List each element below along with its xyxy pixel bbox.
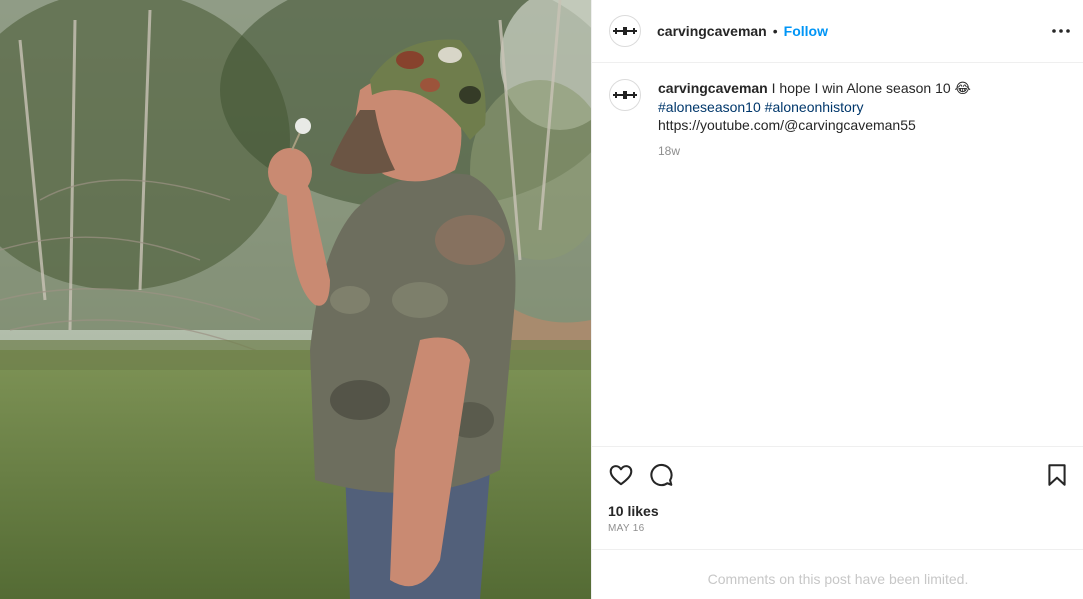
caption-body: carvingcaveman I hope I win Alone season… xyxy=(658,79,1058,160)
post-header: carvingcaveman • Follow xyxy=(592,0,1083,63)
hashtag-link[interactable]: #aloneonhistory xyxy=(765,99,864,115)
post-details-panel: carvingcaveman • Follow carvingcaveman I… xyxy=(591,0,1083,599)
comment-bubble-icon[interactable] xyxy=(648,462,674,488)
heart-icon[interactable] xyxy=(608,462,634,488)
post-date[interactable]: MAY 16 xyxy=(608,523,644,534)
logo-icon xyxy=(613,27,637,35)
caption-link: https://youtube.com/@carvingcaveman55 xyxy=(658,117,916,133)
post-actions: 10 likes MAY 16 xyxy=(592,446,1083,550)
post-caption: carvingcaveman I hope I win Alone season… xyxy=(609,79,1069,160)
author-username[interactable]: carvingcaveman xyxy=(657,23,767,39)
comments-limited-notice: Comments on this post have been limited. xyxy=(707,571,969,587)
photo-illustration xyxy=(0,0,591,599)
bookmark-icon[interactable] xyxy=(1044,462,1070,488)
caption-avatar[interactable] xyxy=(609,79,641,111)
more-horizontal-icon[interactable] xyxy=(1050,20,1072,42)
post-dialog: carvingcaveman • Follow carvingcaveman I… xyxy=(0,0,1083,599)
caption-hashtags: #aloneseason10 #aloneonhistory xyxy=(658,98,1058,116)
author-avatar[interactable] xyxy=(609,15,641,47)
post-photo[interactable] xyxy=(0,0,591,599)
caption-username[interactable]: carvingcaveman xyxy=(658,80,768,96)
caption-time-ago[interactable]: 18w xyxy=(658,142,1058,160)
laughing-emoji-icon: 😂 xyxy=(954,81,971,97)
likes-count[interactable]: 10 likes xyxy=(608,503,659,519)
caption-first-line: carvingcaveman I hope I win Alone season… xyxy=(658,79,1058,98)
logo-icon xyxy=(613,91,637,99)
hashtag-link[interactable]: #aloneseason10 xyxy=(658,99,761,115)
header-separator: • xyxy=(772,23,778,39)
follow-button[interactable]: Follow xyxy=(784,23,828,39)
caption-text: I hope I win Alone season 10 xyxy=(771,80,951,96)
